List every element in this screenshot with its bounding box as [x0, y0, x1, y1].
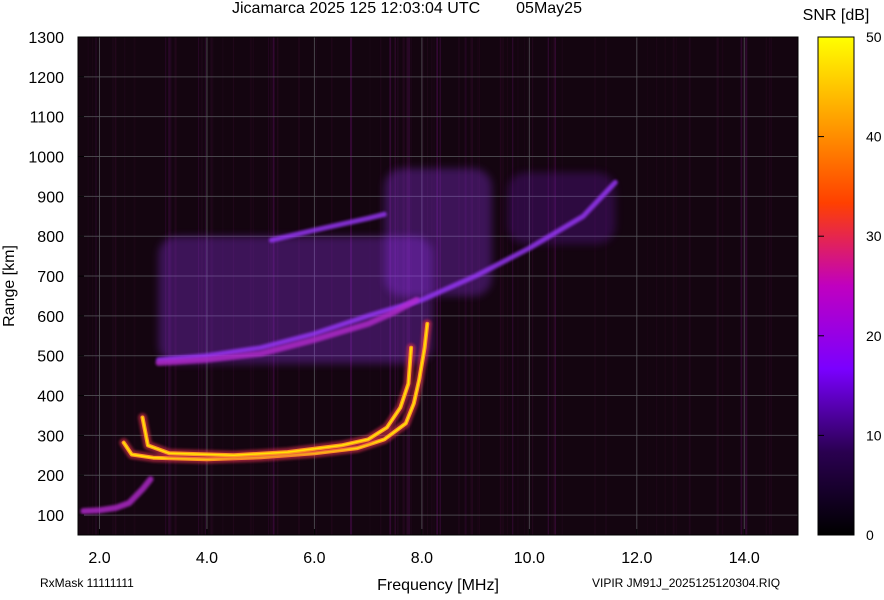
noise-streak	[594, 37, 596, 535]
y-tick-label: 300	[37, 428, 64, 445]
echo-region	[507, 172, 616, 245]
colorbar-tick-label: 20	[866, 328, 882, 344]
y-axis-label: Range [km]	[1, 245, 18, 327]
x-tick-label: 8.0	[411, 550, 433, 567]
y-tick-label: 600	[37, 309, 64, 326]
noise-streak	[114, 37, 116, 535]
y-tick-label: 500	[37, 349, 64, 366]
colorbar-tick-label: 0	[866, 527, 874, 543]
noise-streak	[517, 37, 519, 535]
ionogram-figure: 2.0 4.0 6.0 8.0 10.0 12.0 14.0 100 200 300 400 500…	[0, 0, 884, 595]
noise-streak	[721, 37, 724, 535]
noise-streak	[506, 37, 508, 535]
noise-streak	[675, 37, 677, 535]
chart-title: Jicamarca 2025 125 12:03:04 UTC 05May25	[232, 0, 582, 18]
noise-streak	[655, 37, 658, 535]
noise-streak	[672, 37, 675, 535]
noise-streak	[647, 37, 648, 535]
noise-streak	[551, 37, 553, 535]
y-tick-label: 100	[37, 508, 64, 525]
x-tick-label: 2.0	[88, 550, 110, 567]
title-station-time: Jicamarca 2025 125 12:03:04 UTC	[232, 0, 481, 17]
colorbar: 0 10 20 30 40 50 SNR [dB]	[803, 7, 882, 543]
y-tick-label: 200	[37, 468, 64, 485]
noise-streak	[87, 37, 89, 535]
noise-streak	[561, 37, 563, 535]
noise-streak	[740, 37, 743, 535]
noise-streak	[133, 37, 136, 535]
y-tick-label: 1100	[30, 110, 65, 127]
noise-streak	[717, 37, 719, 535]
y-axis-ticks: 100 200 300 400 500 600 700 800 900 1000 1100 1200 1…	[28, 30, 84, 525]
noise-streak	[770, 37, 772, 535]
noise-streak	[664, 37, 666, 535]
y-tick-label: 1000	[28, 150, 64, 167]
noise-streak	[552, 37, 554, 535]
noise-streak	[124, 37, 126, 535]
x-tick-label: 4.0	[196, 550, 218, 567]
colorbar-tick-label: 50	[866, 29, 882, 45]
y-tick-label: 800	[37, 229, 64, 246]
colorbar-tick-label: 30	[866, 228, 882, 244]
noise-streak	[768, 37, 771, 535]
title-date: 05May25	[516, 0, 582, 17]
colorbar-label: SNR [dB]	[803, 7, 870, 24]
colorbar-tick-label: 40	[866, 129, 882, 145]
noise-streak	[605, 37, 607, 535]
noise-streak	[524, 37, 525, 535]
rx-mask-label: RxMask 11111111	[40, 576, 134, 590]
x-tick-label: 10.0	[514, 550, 545, 567]
noise-streak	[554, 37, 556, 535]
y-tick-label: 900	[37, 189, 64, 206]
noise-streak	[512, 37, 514, 535]
x-axis-label: Frequency [MHz]	[377, 577, 499, 594]
y-tick-label: 1200	[28, 70, 64, 87]
x-tick-label: 14.0	[729, 550, 760, 567]
noise-streak	[112, 37, 114, 535]
colorbar-tick-label: 10	[866, 427, 882, 443]
ionogram-chart: 2.0 4.0 6.0 8.0 10.0 12.0 14.0 100200300400500…	[1, 7, 882, 594]
colorbar-gradient	[817, 36, 855, 536]
noise-streak	[500, 37, 502, 535]
noise-streak	[95, 37, 97, 535]
x-tick-label: 6.0	[303, 550, 325, 567]
y-tick-label: 1300	[28, 30, 64, 47]
noise-streak	[547, 37, 549, 535]
file-name-label: VIPIR JM91J_2025125120304.RIQ	[592, 576, 781, 590]
y-tick-label: 400	[37, 389, 64, 406]
noise-streak	[527, 37, 528, 535]
x-tick-label: 12.0	[621, 550, 652, 567]
noise-streak	[91, 37, 93, 535]
y-tick-label: 700	[37, 269, 64, 286]
noise-streak	[688, 37, 691, 535]
noise-streak	[765, 37, 767, 535]
noise-streak	[532, 37, 534, 535]
noise-streak	[502, 37, 504, 535]
noise-streak	[745, 37, 748, 535]
